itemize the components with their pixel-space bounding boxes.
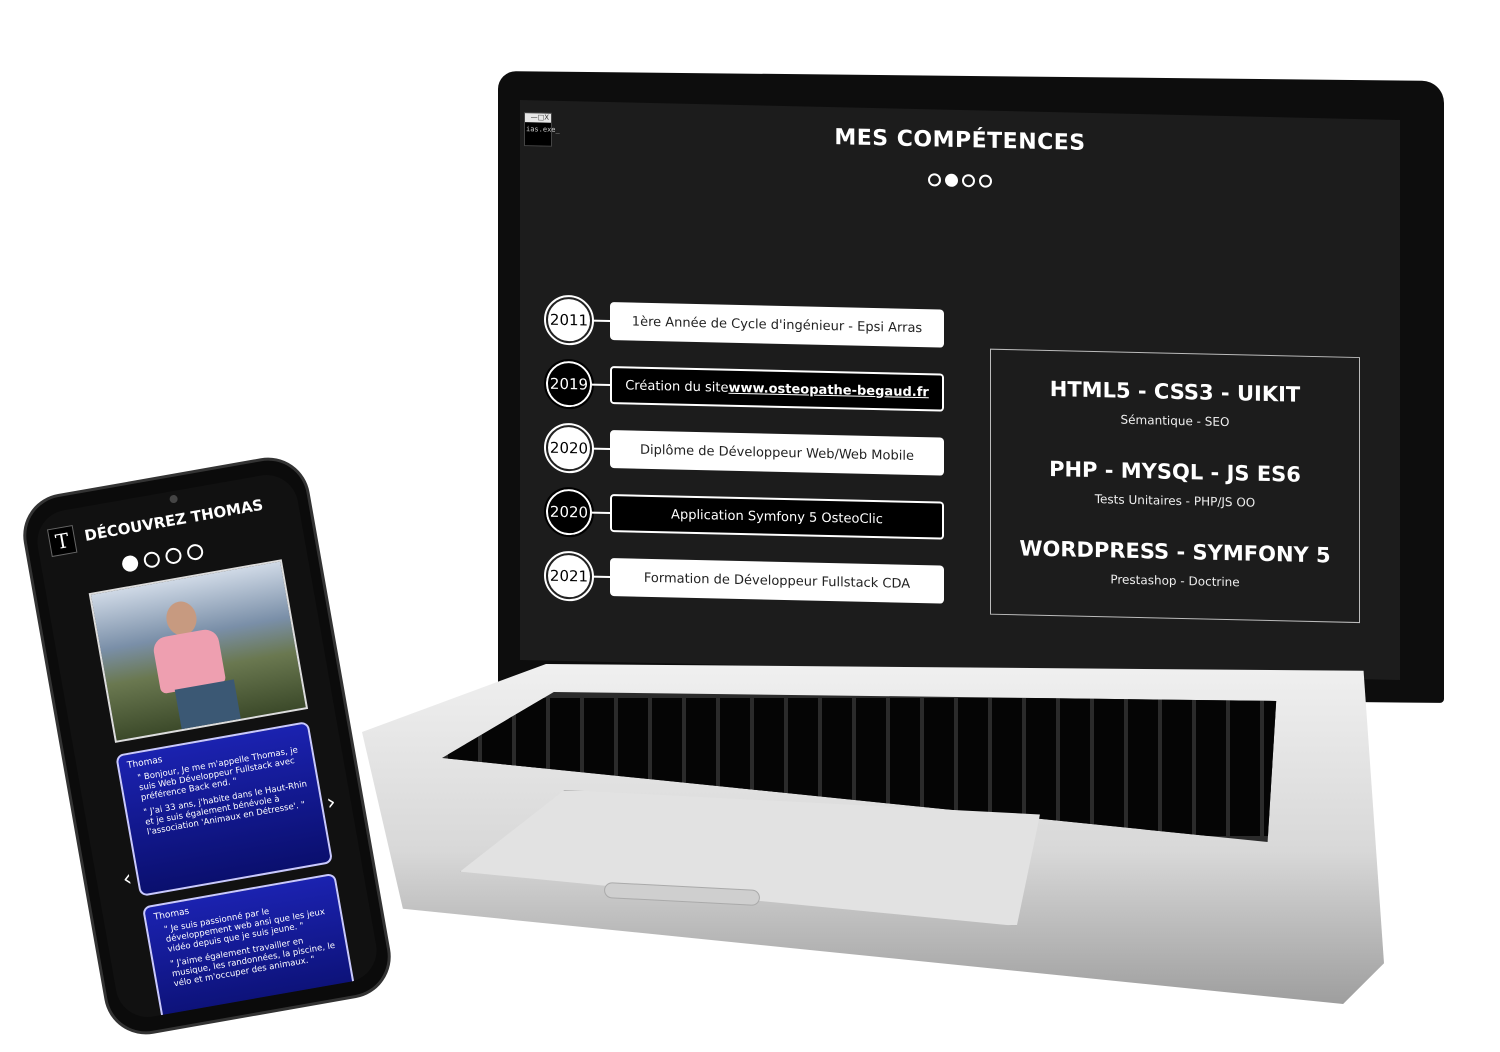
phone-carousel-dot-4[interactable] <box>185 542 205 562</box>
skill-heading: PHP - MYSQL - JS ES6 <box>1049 457 1301 487</box>
chevron-left-icon[interactable]: ‹ <box>121 866 134 892</box>
timeline-year: 2020 <box>544 422 594 474</box>
phone-page-title: DÉCOUVREZ THOMAS <box>83 495 265 545</box>
phone-carousel-dot-3[interactable] <box>164 546 183 566</box>
timeline-year: 2019 <box>544 358 594 410</box>
carousel-dots <box>520 164 1400 197</box>
phone-camera <box>168 494 179 504</box>
phone-carousel-dot-2[interactable] <box>142 550 162 570</box>
laptop-screen: —□X ias.exe_ MES COMPÉTENCES 2011 1ère A… <box>520 100 1400 680</box>
photo-person-legs <box>174 679 242 734</box>
skill-subtitle: Tests Unitaires - PHP/JS OO <box>1094 492 1256 510</box>
timeline-item: 2020 Diplôme de Développeur Web/Web Mobi… <box>544 422 946 498</box>
skill-heading: HTML5 - CSS3 - UIKIT <box>1049 377 1301 407</box>
timeline-label: Formation de Développeur Fullstack CDA <box>610 558 944 604</box>
timeline-label: Diplôme de Développeur Web/Web Mobile <box>610 430 944 476</box>
carousel-dot-1[interactable] <box>928 173 941 187</box>
timeline-item: 2020 Application Symfony 5 OsteoClic <box>544 486 946 562</box>
carousel-dot-4[interactable] <box>979 174 992 188</box>
skills-panel: HTML5 - CSS3 - UIKIT Sémantique - SEO PH… <box>990 348 1360 624</box>
skill-subtitle: Sémantique - SEO <box>1120 412 1230 430</box>
chat-message: Thomas " Je suis passionné par le dévelo… <box>141 872 359 1023</box>
timeline-label: 1ère Année de Cycle d'ingénieur - Epsi A… <box>610 302 944 348</box>
timeline-connector <box>592 511 610 515</box>
timeline-connector <box>592 447 610 451</box>
timeline-label: Application Symfony 5 OsteoClic <box>610 494 944 540</box>
timeline-connector <box>592 319 610 323</box>
chevron-right-icon[interactable]: › <box>325 790 338 816</box>
timeline-year: 2011 <box>544 294 594 346</box>
timeline-item: 2011 1ère Année de Cycle d'ingénieur - E… <box>544 294 946 370</box>
page-title: MES COMPÉTENCES <box>834 125 1086 156</box>
phone-carousel-dots <box>120 542 205 573</box>
osteopathe-site-link[interactable]: www.osteopathe-begaud.fr <box>728 380 928 400</box>
site-logo-icon[interactable]: T <box>46 524 78 558</box>
skill-subtitle: Prestashop - Doctrine <box>1110 572 1240 590</box>
timeline-label: Création du site <box>625 377 729 396</box>
carousel-dot-2[interactable] <box>945 173 958 187</box>
timeline-year: 2021 <box>544 550 594 602</box>
timeline: 2011 1ère Année de Cycle d'ingénieur - E… <box>544 294 946 626</box>
carousel-dot-3[interactable] <box>962 174 975 188</box>
timeline-connector <box>592 383 610 387</box>
timeline-connector <box>592 575 610 579</box>
phone-carousel-dot-1[interactable] <box>120 554 140 573</box>
skill-heading: WORDPRESS - SYMFONY 5 <box>1019 536 1331 568</box>
timeline-label-box: Création du site www.osteopathe-begaud.fr <box>610 366 944 412</box>
chat-message: Thomas " Bonjour, Je me m'appelle Thomas… <box>115 721 334 897</box>
profile-photo <box>88 559 309 743</box>
timeline-item: 2019 Création du site www.osteopathe-bega… <box>544 358 946 434</box>
timeline-year: 2020 <box>544 486 594 538</box>
timeline-item: 2021 Formation de Développeur Fullstack … <box>544 550 946 626</box>
